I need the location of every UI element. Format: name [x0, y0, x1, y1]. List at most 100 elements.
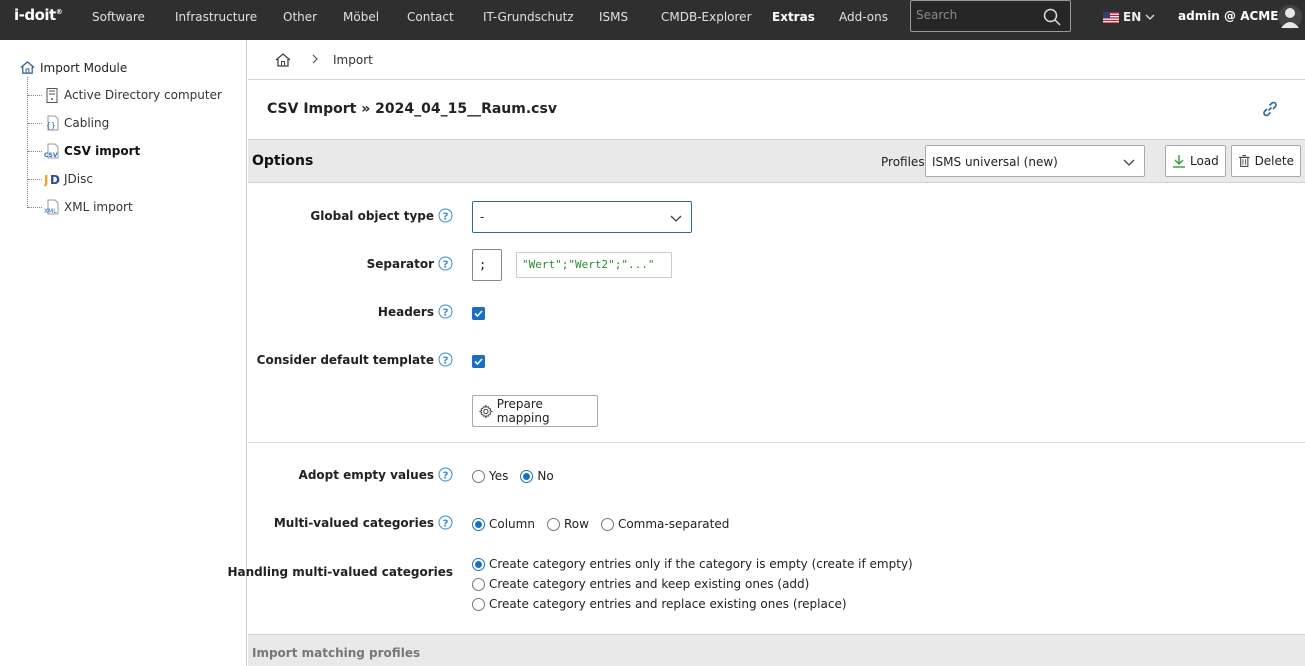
help-icon[interactable]: ? — [438, 208, 453, 223]
main-content: Import CSV Import » 2024_04_15__Raum.csv… — [227, 40, 1305, 666]
nav-cmdb-explorer[interactable]: CMDB-Explorer — [661, 0, 752, 40]
nav-add-ons[interactable]: Add-ons — [839, 0, 888, 40]
multi-valued-comma-radio[interactable] — [600, 517, 614, 531]
trash-icon — [1238, 155, 1250, 167]
default-template-checkbox[interactable] — [472, 355, 485, 368]
nav-isms[interactable]: ISMS — [599, 0, 628, 40]
svg-text:D: D — [50, 173, 60, 187]
load-button-label: Load — [1190, 154, 1219, 168]
chevron-down-icon — [1145, 14, 1155, 20]
prepare-mapping-label: Prepare mapping — [496, 397, 550, 425]
language-label: EN — [1123, 10, 1142, 24]
sidebar-item-label: JDisc — [64, 172, 93, 186]
profiles-select[interactable]: ISMS universal (new) — [925, 145, 1145, 177]
help-icon[interactable]: ? — [438, 515, 453, 530]
svg-text:CSV: CSV — [44, 152, 58, 159]
link-icon[interactable] — [1261, 100, 1279, 118]
global-object-type-value: - — [480, 210, 485, 224]
help-icon[interactable]: ? — [438, 467, 453, 482]
handling-create-if-empty-radio[interactable] — [472, 557, 485, 571]
separator-label: Separator ? — [367, 256, 453, 271]
language-selector[interactable]: EN — [1103, 10, 1155, 24]
multi-valued-radio-group: Column Row Comma-separated — [472, 517, 741, 531]
svg-text:XML: XML — [44, 208, 57, 215]
help-icon[interactable]: ? — [438, 256, 453, 271]
nav-contact[interactable]: Contact — [407, 0, 454, 40]
i-doit-logo[interactable]: i-doit® — [14, 6, 63, 24]
radio-label: Comma-separated — [617, 517, 730, 531]
server-icon — [44, 87, 60, 103]
global-object-type-select[interactable]: - — [472, 201, 692, 233]
search-box[interactable] — [910, 0, 1071, 32]
breadcrumb: Import — [248, 40, 1305, 80]
sidebar-item-label: Active Directory computer — [64, 88, 222, 102]
sidebar-item-xml-import[interactable]: XML XML import — [28, 197, 133, 217]
handling-add-radio[interactable] — [472, 577, 485, 591]
radio-label: Row — [563, 517, 589, 531]
section-divider — [248, 442, 1305, 443]
default-template-label: Consider default template ? — [257, 352, 453, 367]
radio-label: Column — [489, 517, 535, 531]
sidebar-item-cabling[interactable]: {} Cabling — [28, 113, 109, 133]
separator-example: "Wert";"Wert2";"..." — [516, 252, 672, 278]
svg-text:?: ? — [443, 519, 449, 530]
prepare-mapping-button[interactable]: Prepare mapping — [472, 395, 598, 427]
help-icon[interactable]: ? — [438, 304, 453, 319]
nav-extras[interactable]: Extras — [772, 0, 815, 40]
home-icon[interactable] — [275, 52, 291, 68]
avatar-icon[interactable] — [1278, 4, 1302, 30]
top-navigation-bar: i-doit® Software Infrastructure Other Mö… — [0, 0, 1305, 40]
sidebar-item-label: Cabling — [64, 116, 110, 130]
nav-software[interactable]: Software — [92, 0, 145, 40]
tree-root-import-module[interactable]: Import Module — [20, 60, 127, 75]
delete-button-label: Delete — [1254, 154, 1294, 168]
multi-valued-label: Multi-valued categories ? — [274, 515, 453, 530]
handling-replace-radio[interactable] — [472, 597, 485, 611]
separator-input[interactable]: ; — [472, 249, 502, 281]
xml-file-icon: XML — [44, 199, 60, 215]
search-icon[interactable] — [1043, 8, 1061, 26]
help-icon[interactable]: ? — [438, 352, 453, 367]
svg-text:{}: {} — [46, 121, 56, 130]
search-input[interactable] — [916, 8, 1036, 22]
radio-label: Create category entries only if the cate… — [489, 557, 913, 571]
svg-text:?: ? — [443, 471, 449, 482]
radio-label: No — [537, 469, 554, 483]
svg-text:?: ? — [443, 260, 449, 271]
adopt-empty-radio-group: Yes No — [472, 469, 566, 483]
chevron-right-icon — [312, 54, 318, 64]
adopt-empty-label: Adopt empty values ? — [299, 467, 453, 482]
page-title: CSV Import » 2024_04_15__Raum.csv — [267, 101, 557, 117]
handling-option-replace: Create category entries and replace exis… — [472, 597, 847, 611]
handling-option-create-if-empty: Create category entries only if the cate… — [472, 557, 913, 571]
delete-button[interactable]: Delete — [1231, 145, 1301, 177]
options-header: Options Profiles ISMS universal (new) Lo… — [248, 139, 1305, 183]
radio-label: Create category entries and replace exis… — [489, 597, 847, 611]
headers-checkbox[interactable] — [472, 307, 485, 320]
import-matching-profiles-header[interactable]: Import matching profiles — [248, 634, 1305, 666]
svg-text:J: J — [44, 173, 48, 187]
home-icon — [20, 61, 35, 74]
breadcrumb-import[interactable]: Import — [333, 53, 373, 67]
csv-file-icon: CSV — [44, 143, 60, 159]
user-menu[interactable]: admin @ ACME — [1178, 9, 1278, 23]
nav-moebel[interactable]: Möbel — [343, 0, 379, 40]
sidebar-item-csv-import[interactable]: CSV CSV import — [28, 141, 140, 161]
nav-it-grundschutz[interactable]: IT-Grundschutz — [483, 0, 574, 40]
adopt-empty-no-radio[interactable] — [520, 469, 534, 483]
sidebar: Import Module Active Directory computer … — [0, 40, 247, 666]
multi-valued-row-radio[interactable] — [546, 517, 560, 531]
adopt-empty-yes-radio[interactable] — [472, 469, 485, 483]
nav-infrastructure[interactable]: Infrastructure — [175, 0, 257, 40]
sidebar-item-jdisc[interactable]: JD JDisc — [28, 169, 93, 189]
load-button[interactable]: Load — [1165, 145, 1226, 177]
us-flag-icon — [1103, 11, 1119, 23]
profiles-select-value: ISMS universal (new) — [932, 155, 1058, 169]
sidebar-item-active-directory[interactable]: Active Directory computer — [28, 85, 222, 105]
nav-other[interactable]: Other — [283, 0, 317, 40]
download-icon — [1173, 155, 1185, 168]
profiles-label: Profiles — [881, 155, 925, 169]
multi-valued-column-radio[interactable] — [472, 517, 485, 531]
chevron-down-icon — [1123, 159, 1135, 166]
svg-text:?: ? — [443, 308, 449, 319]
